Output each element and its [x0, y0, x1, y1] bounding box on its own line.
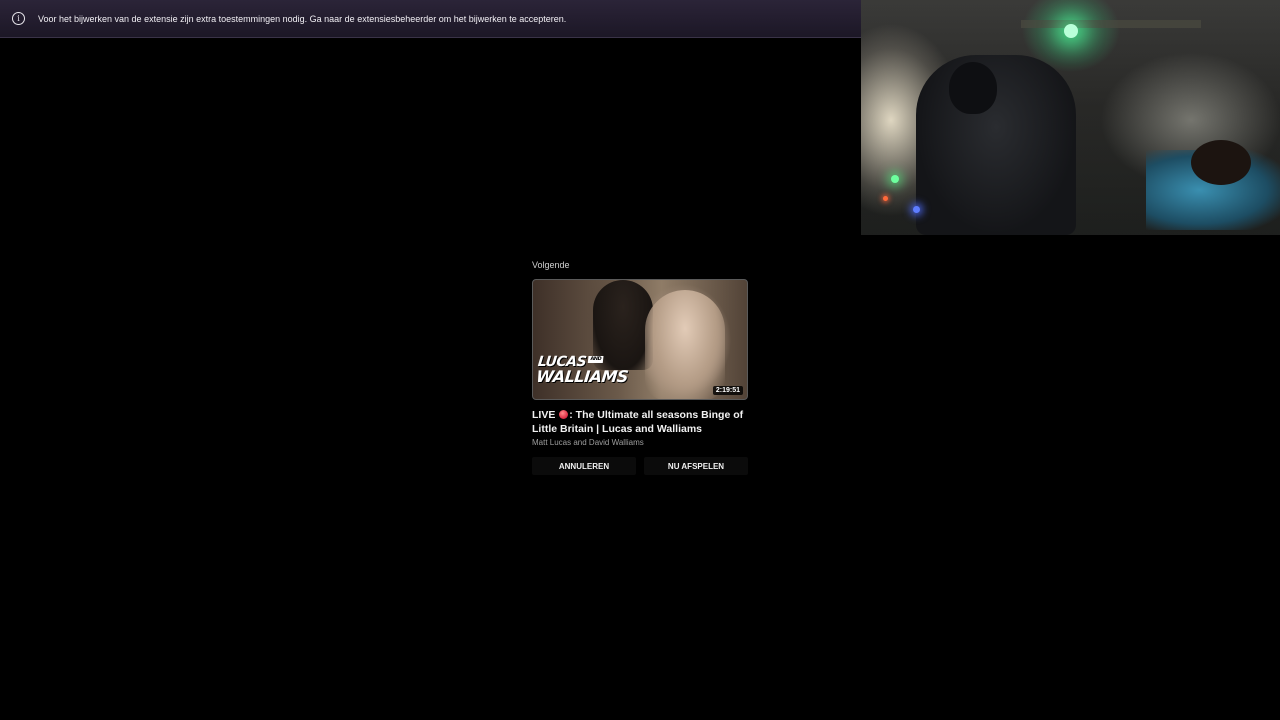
title-live-prefix: LIVE — [532, 409, 556, 421]
green-lamp — [1064, 24, 1078, 38]
up-next-card: Volgende LUCAS AND WALLIAMS 2:19:51 LIVE … — [532, 258, 748, 475]
blue-led — [913, 206, 920, 213]
logo-and: AND — [588, 356, 604, 363]
video-duration: 2:19:51 — [712, 386, 743, 395]
person-head — [949, 62, 997, 114]
channel-name[interactable]: Matt Lucas and David Walliams — [532, 438, 748, 447]
live-red-circle-icon — [559, 410, 569, 419]
logo-line2: WALLIAMS — [535, 367, 629, 387]
up-next-label: Volgende — [532, 260, 570, 270]
webcam-overlay — [861, 0, 1280, 235]
play-now-button[interactable]: NU AFSPELEN — [644, 457, 748, 475]
show-logo: LUCAS AND WALLIAMS — [535, 354, 631, 387]
info-icon: i — [12, 12, 25, 25]
green-led — [891, 175, 899, 183]
notification-message: Voor het bijwerken van de extensie zijn … — [38, 13, 567, 24]
thumbnail-figure-right — [645, 290, 725, 399]
up-next-title[interactable]: LIVE : The Ultimate all seasons Binge of… — [532, 408, 748, 436]
up-next-actions: ANNULEREN NU AFSPELEN — [532, 457, 748, 475]
cancel-button[interactable]: ANNULEREN — [532, 457, 636, 475]
red-led — [883, 196, 888, 201]
extension-notification-bar: i Voor het bijwerken van de extensie zij… — [0, 0, 861, 38]
up-next-thumbnail[interactable]: LUCAS AND WALLIAMS 2:19:51 — [532, 279, 748, 400]
webcam-shelf — [1021, 20, 1201, 28]
reclining-person-head — [1191, 140, 1251, 185]
